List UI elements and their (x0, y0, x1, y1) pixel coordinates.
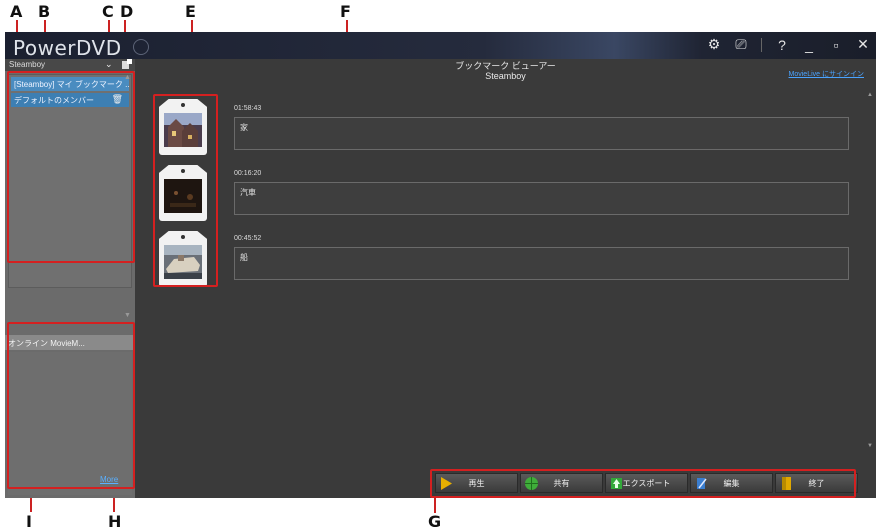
entry-description-field[interactable]: 船 (234, 247, 849, 280)
entry-text: 家 (240, 123, 248, 132)
user-selector[interactable]: Steamboy ⌄ (5, 59, 135, 71)
scroll-down-icon[interactable]: ▼ (124, 312, 131, 319)
entry-text: 汽車 (240, 188, 256, 197)
callout-g: G (428, 512, 442, 531)
callout-e: E (185, 2, 196, 21)
scroll-down-icon[interactable]: ▼ (867, 443, 873, 449)
scroll-up-icon[interactable]: ▲ (867, 92, 873, 98)
callout-box-online-panel (7, 322, 135, 489)
app-logo: PowerDVD (13, 36, 122, 60)
help-icon[interactable]: ? (775, 37, 789, 53)
callout-h: H (108, 512, 122, 531)
page-title: ブックマーク ビューアー Steamboy (135, 61, 876, 81)
title-bar: PowerDVD ⚙ ⎚ ? _ ▫ ✕ (5, 32, 876, 60)
powerdvd-window: PowerDVD ⚙ ⎚ ? _ ▫ ✕ Steamboy ⌄ [Steambo… (5, 32, 876, 498)
bookmark-viewer: ブックマーク ビューアー Steamboy MovieLive にサインイン ▲… (135, 59, 876, 498)
chevron-down-icon[interactable]: ⌄ (105, 59, 113, 70)
tv-mode-icon[interactable]: ⎚ (734, 36, 748, 53)
minimize-icon[interactable]: _ (802, 37, 816, 53)
callout-b: B (38, 2, 51, 21)
logo-icon (133, 39, 149, 55)
viewer-title: ブックマーク ビューアー (455, 61, 556, 71)
callout-a: A (10, 2, 23, 21)
window-controls: ⚙ ⎚ ? _ ▫ ✕ (707, 36, 870, 53)
restore-icon[interactable]: ▫ (829, 37, 843, 53)
leader-g (434, 497, 436, 513)
settings-icon[interactable]: ⚙ (707, 36, 721, 53)
entry-time: 00:16:20 (234, 170, 262, 177)
entry-description-field[interactable]: 汽車 (234, 182, 849, 215)
leader-i (30, 498, 32, 512)
control-divider (761, 37, 762, 52)
import-bookmark-icon[interactable] (121, 59, 133, 70)
callout-d: D (120, 2, 134, 21)
entry-description-field[interactable]: 家 (234, 117, 849, 150)
entry-time: 01:58:43 (234, 105, 262, 112)
user-name: Steamboy (9, 60, 46, 69)
callout-f: F (340, 2, 351, 21)
signin-link[interactable]: MovieLive にサインイン (789, 69, 864, 79)
entry-time: 00:45:52 (234, 235, 262, 242)
callout-box-bookmark-list (7, 71, 135, 263)
callout-c: C (102, 2, 114, 21)
entry-text: 船 (240, 253, 248, 262)
close-icon[interactable]: ✕ (856, 36, 870, 53)
annotated-screenshot: A B C D E F G H I PowerDVD ⚙ ⎚ ? _ ▫ ✕ S… (0, 0, 876, 532)
callout-i: I (26, 512, 32, 531)
callout-box-thumbnails (153, 94, 218, 287)
callout-box-buttons (430, 469, 856, 498)
viewer-subtitle: Steamboy (485, 71, 526, 81)
